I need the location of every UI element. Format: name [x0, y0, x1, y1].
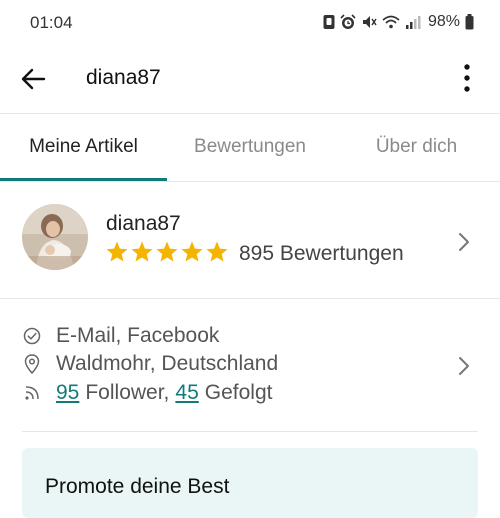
location-text: Waldmohr, Deutschland	[56, 352, 279, 375]
promo-text: Promote deine Best	[45, 475, 230, 498]
promo-card[interactable]: Promote deine Best	[22, 448, 478, 518]
tab-meine-artikel[interactable]: Meine Artikel	[0, 113, 167, 181]
followers-label: Follower,	[85, 381, 170, 404]
status-icons: 98%	[323, 13, 474, 31]
chevron-right-icon	[459, 233, 469, 251]
signal-icon	[405, 14, 421, 30]
star-icon	[131, 241, 153, 262]
nfc-icon	[323, 14, 335, 30]
mute-icon	[361, 14, 377, 30]
follow-row: 95 Follower, 45 Gefolgt	[22, 381, 272, 405]
chevron-right-icon	[459, 357, 469, 375]
app-bar: diana87	[0, 46, 500, 112]
star-icon	[206, 241, 228, 262]
rating-stars	[105, 240, 229, 264]
verified-text: E-Mail, Facebook	[56, 324, 220, 347]
followers-count-link[interactable]: 95	[56, 381, 79, 405]
following-label: Gefolgt	[204, 381, 273, 404]
status-bar: 01:04 98%	[0, 0, 500, 46]
more-vert-icon	[464, 64, 470, 92]
star-icon	[156, 241, 178, 262]
tab-ueber-dich[interactable]: Über dich	[333, 113, 500, 181]
rss-feed-icon	[22, 383, 42, 403]
status-time: 01:04	[30, 13, 73, 32]
profile-name: diana87	[106, 212, 181, 235]
page-title: diana87	[86, 66, 161, 89]
following-count-link[interactable]: 45	[175, 381, 198, 405]
profile-info: E-Mail, Facebook Waldmohr, Deutschland 9…	[0, 300, 500, 430]
battery-icon	[465, 14, 474, 30]
arrow-left-icon	[21, 68, 46, 90]
profile-divider	[0, 298, 500, 299]
alarm-icon	[340, 14, 356, 30]
battery-percent: 98%	[427, 13, 460, 30]
more-options-button[interactable]	[452, 60, 482, 96]
wifi-icon	[382, 14, 400, 30]
review-count: 895 Bewertungen	[239, 242, 404, 265]
info-divider	[22, 431, 478, 432]
verified-check-icon	[22, 326, 42, 346]
tab-bewertungen[interactable]: Bewertungen	[167, 113, 333, 181]
star-icon	[106, 241, 128, 262]
star-icon	[181, 241, 203, 262]
location-row[interactable]: Waldmohr, Deutschland	[22, 352, 278, 376]
location-pin-icon	[22, 354, 42, 374]
profile-summary-row[interactable]: diana87 895 Bewertungen	[0, 182, 500, 298]
verified-row: E-Mail, Facebook	[22, 324, 219, 348]
tab-bar: Meine Artikel Bewertungen Über dich	[0, 113, 500, 181]
back-button[interactable]	[16, 62, 50, 96]
avatar	[22, 204, 88, 270]
